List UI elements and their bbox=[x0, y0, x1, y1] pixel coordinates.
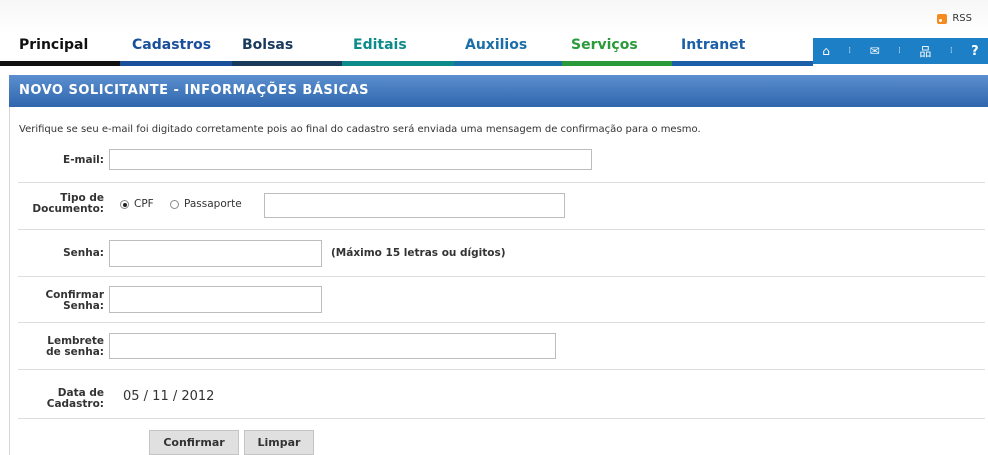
row-divider bbox=[18, 369, 985, 370]
confirmar-senha-label: Confirmar Senha: bbox=[45, 289, 104, 312]
password-field[interactable] bbox=[109, 240, 322, 267]
help-icon[interactable]: ? bbox=[971, 44, 979, 59]
row-divider bbox=[18, 322, 985, 323]
lembrete-label: Lembrete de senha: bbox=[46, 335, 104, 358]
email-field[interactable] bbox=[109, 149, 592, 170]
sitemap-icon[interactable]: 品 bbox=[919, 43, 931, 60]
rss-label: RSS bbox=[952, 13, 972, 24]
section-header: NOVO SOLICITANTE - INFORMAÇÕES BÁSICAS bbox=[9, 75, 988, 107]
password-hint: (Máximo 15 letras ou dígitos) bbox=[331, 247, 506, 259]
document-number-field[interactable] bbox=[264, 193, 565, 218]
nav-bolsas[interactable]: Bolsas bbox=[242, 37, 293, 53]
row-divider bbox=[18, 229, 985, 230]
row-divider bbox=[18, 276, 985, 277]
confirm-password-field[interactable] bbox=[109, 286, 322, 313]
row-divider bbox=[18, 182, 985, 183]
nav-principal[interactable]: Principal bbox=[19, 37, 88, 53]
rss-icon bbox=[937, 13, 948, 24]
cpf-radio[interactable] bbox=[120, 200, 129, 209]
nav-bar-intranet bbox=[672, 61, 813, 66]
cpf-label: CPF bbox=[134, 198, 154, 210]
home-icon[interactable]: ⌂ bbox=[822, 44, 830, 58]
nav-intranet[interactable]: Intranet bbox=[681, 37, 745, 53]
nav-bar-bolsas bbox=[232, 61, 342, 66]
tipo-documento-label: Tipo de Documento: bbox=[32, 192, 104, 215]
registration-date: 05 / 11 / 2012 bbox=[123, 389, 215, 404]
row-divider bbox=[18, 418, 985, 419]
utility-toolbar: ⌂ ⁞ ✉ ⁞ 品 ⁞ ? bbox=[813, 38, 988, 64]
rss-link[interactable]: RSS bbox=[937, 13, 972, 24]
nav-bar-editais bbox=[342, 61, 454, 66]
nav-bar-principal bbox=[0, 61, 120, 66]
nav-cadastros[interactable]: Cadastros bbox=[132, 37, 211, 53]
top-strip bbox=[0, 0, 988, 34]
nav-bar-cadastros bbox=[120, 61, 232, 66]
data-cadastro-label: Data de Cadastro: bbox=[46, 387, 104, 410]
passaporte-label: Passaporte bbox=[184, 198, 242, 210]
confirm-button[interactable]: Confirmar bbox=[149, 430, 239, 455]
mail-icon[interactable]: ✉ bbox=[870, 44, 880, 58]
nav-bar-auxilios bbox=[454, 61, 562, 66]
nav-bar-servicos bbox=[562, 61, 672, 66]
nav-servicos[interactable]: Serviços bbox=[571, 37, 638, 53]
clear-button[interactable]: Limpar bbox=[244, 430, 314, 455]
intro-text: Verifique se seu e-mail foi digitado cor… bbox=[19, 124, 701, 135]
section-title: NOVO SOLICITANTE - INFORMAÇÕES BÁSICAS bbox=[19, 83, 370, 98]
passaporte-radio[interactable] bbox=[170, 200, 179, 209]
nav-auxilios[interactable]: Auxilios bbox=[465, 37, 527, 53]
content-border bbox=[9, 107, 10, 455]
password-reminder-field[interactable] bbox=[109, 333, 556, 359]
email-label: E-mail: bbox=[63, 154, 104, 166]
nav-editais[interactable]: Editais bbox=[353, 37, 407, 53]
senha-label: Senha: bbox=[63, 247, 104, 259]
